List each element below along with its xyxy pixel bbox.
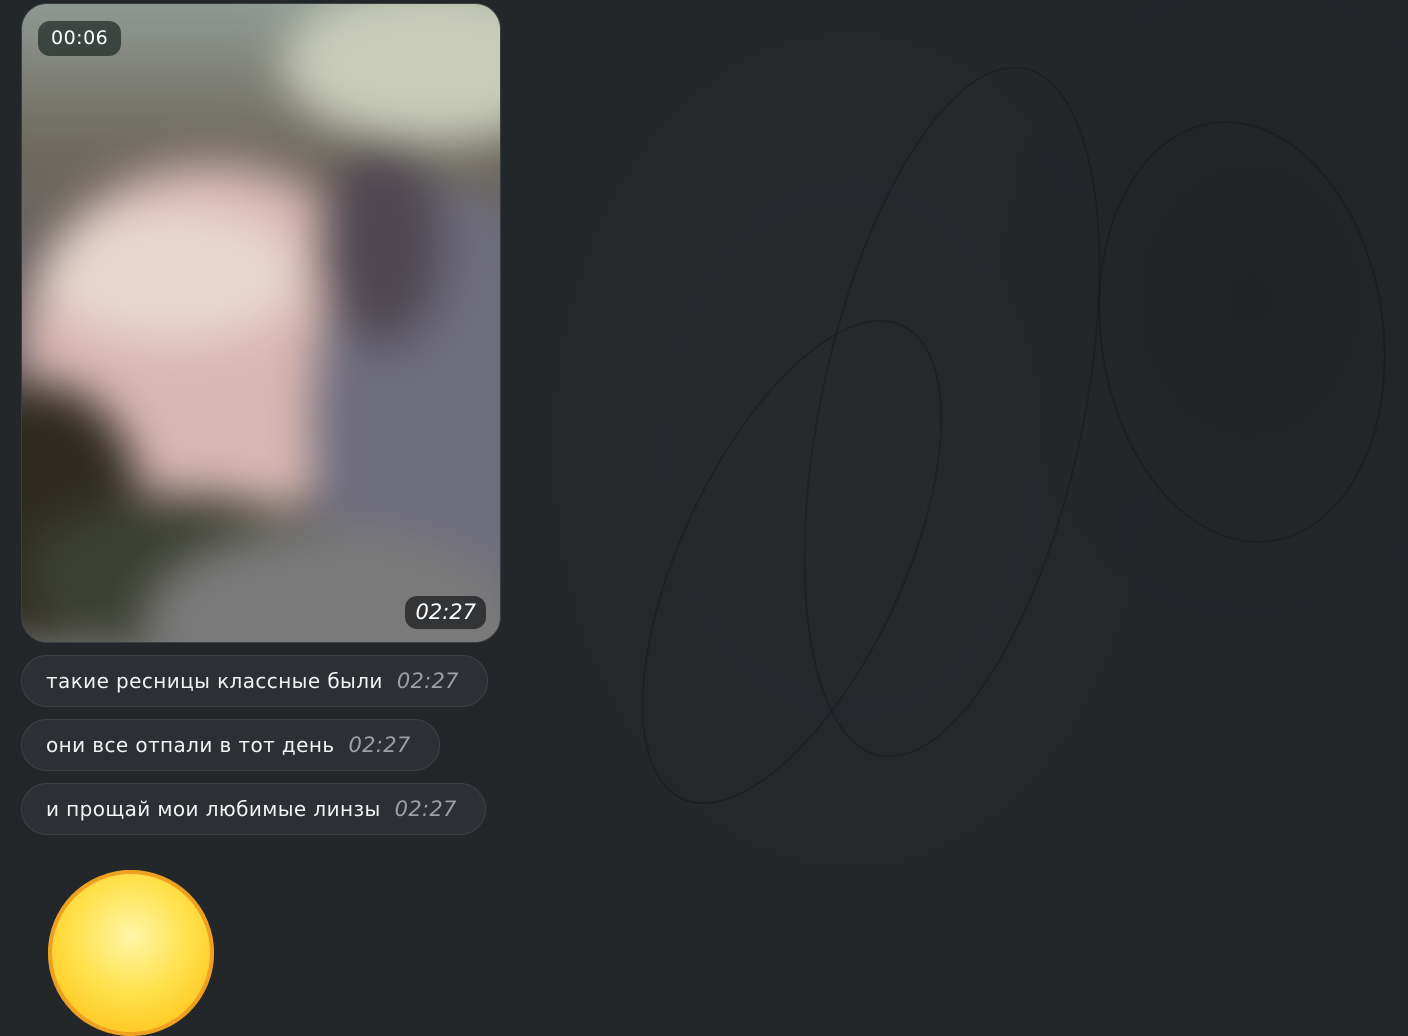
message-bubble[interactable]: они все отпали в тот день 02:27 (21, 719, 440, 771)
message-bubble[interactable]: такие ресницы классные были 02:27 (21, 655, 488, 707)
message-text: и прощай мои любимые линзы (46, 797, 381, 821)
video-duration-badge: 00:06 (38, 21, 122, 56)
message-text: такие ресницы классные были (46, 669, 383, 693)
smiley-emoji-icon[interactable] (48, 870, 214, 1036)
background-pattern (1071, 102, 1408, 562)
message-timestamp: 02:27 (394, 797, 457, 821)
video-timestamp: 02:27 (405, 596, 486, 629)
video-message[interactable]: 00:06 02:27 (21, 3, 501, 643)
message-timestamp: 02:27 (396, 669, 459, 693)
message-bubble[interactable]: и прощай мои любимые линзы 02:27 (21, 783, 486, 835)
video-thumbnail (22, 4, 500, 642)
message-timestamp: 02:27 (348, 733, 411, 757)
message-text: они все отпали в тот день (46, 733, 335, 757)
